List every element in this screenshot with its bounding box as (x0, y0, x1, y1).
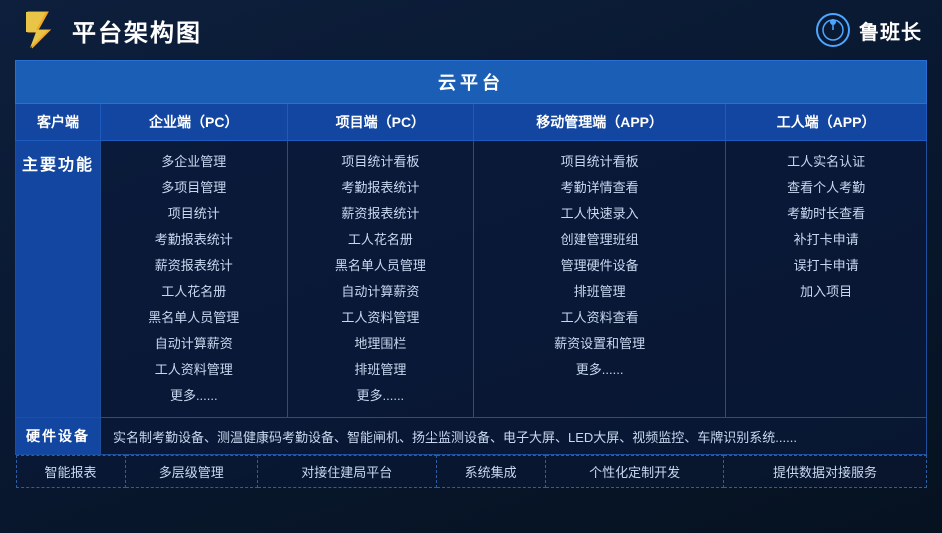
worker-feature-item: 工人实名认证 (731, 149, 921, 175)
bottom-features-row: 智能报表多层级管理对接住建局平台系统集成个性化定制开发提供数据对接服务 (16, 455, 927, 489)
mobile-feature-item: 薪资设置和管理 (479, 331, 720, 357)
mobile-feature-item: 管理硬件设备 (479, 253, 720, 279)
col-enterprise: 企业端（PC） (101, 104, 288, 141)
worker-feature-item: 考勤时长查看 (731, 201, 921, 227)
cloud-platform-row: 云平台 (16, 61, 927, 104)
project-features: 项目统计看板考勤报表统计薪资报表统计工人花名册黑名单人员管理自动计算薪资工人资料… (287, 141, 474, 418)
bottom-feature-cell: 智能报表 (16, 456, 125, 488)
header: 平台架构图 鲁班长 (15, 10, 927, 50)
project-feature-item: 黑名单人员管理 (293, 253, 469, 279)
col-mobile-mgmt: 移动管理端（APP） (474, 104, 726, 141)
header-left: 平台架构图 (20, 10, 202, 50)
enterprise-feature-item: 工人资料管理 (106, 357, 282, 383)
hardware-content: 实名制考勤设备、测温健康码考勤设备、智能闸机、扬尘监测设备、电子大屏、LED大屏… (101, 418, 927, 455)
bottom-feature-cell: 个性化定制开发 (545, 456, 724, 488)
mobile-feature-item: 考勤详情查看 (479, 175, 720, 201)
bottom-feature-cell: 系统集成 (436, 456, 545, 488)
bottom-feature-cell: 提供数据对接服务 (724, 456, 926, 488)
enterprise-feature-item: 更多...... (106, 383, 282, 409)
page-title: 平台架构图 (72, 13, 202, 48)
project-feature-item: 考勤报表统计 (293, 175, 469, 201)
project-feature-item: 更多...... (293, 383, 469, 409)
project-feature-item: 自动计算薪资 (293, 279, 469, 305)
project-feature-item: 薪资报表统计 (293, 201, 469, 227)
logo-icon (20, 10, 60, 50)
mobile-feature-item: 更多...... (479, 357, 720, 383)
worker-feature-item: 查看个人考勤 (731, 175, 921, 201)
enterprise-feature-item: 薪资报表统计 (106, 253, 282, 279)
hardware-row: 硬件设备 实名制考勤设备、测温健康码考勤设备、智能闸机、扬尘监测设备、电子大屏、… (16, 418, 927, 455)
col-project: 项目端（PC） (287, 104, 474, 141)
mobile-feature-item: 项目统计看板 (479, 149, 720, 175)
enterprise-feature-item: 工人花名册 (106, 279, 282, 305)
mobile-feature-item: 创建管理班组 (479, 227, 720, 253)
enterprise-feature-item: 多项目管理 (106, 175, 282, 201)
enterprise-feature-item: 多企业管理 (106, 149, 282, 175)
enterprise-feature-item: 项目统计 (106, 201, 282, 227)
mobile-mgmt-features: 项目统计看板考勤详情查看工人快速录入创建管理班组管理硬件设备排班管理工人资料查看… (474, 141, 726, 418)
mobile-feature-item: 工人快速录入 (479, 201, 720, 227)
brand-name: 鲁班长 (859, 16, 922, 45)
main-container: 平台架构图 鲁班长 云平台 客户端 企业端（PC） 项目端（PC） 移动管理端（… (0, 0, 942, 533)
mobile-feature-item: 排班管理 (479, 279, 720, 305)
col-client: 客户端 (16, 104, 101, 141)
mobile-feature-item: 工人资料查看 (479, 305, 720, 331)
cloud-platform-label: 云平台 (16, 61, 927, 104)
brand-logo: 鲁班长 (815, 12, 922, 48)
enterprise-feature-item: 黑名单人员管理 (106, 305, 282, 331)
hardware-label: 硬件设备 (16, 418, 101, 455)
bottom-features-cells: 智能报表多层级管理对接住建局平台系统集成个性化定制开发提供数据对接服务 (16, 456, 926, 488)
bottom-features-container: 智能报表多层级管理对接住建局平台系统集成个性化定制开发提供数据对接服务 (16, 455, 927, 489)
enterprise-features: 多企业管理多项目管理项目统计考勤报表统计薪资报表统计工人花名册黑名单人员管理自动… (101, 141, 288, 418)
arch-table: 云平台 客户端 企业端（PC） 项目端（PC） 移动管理端（APP） 工人端（A… (15, 60, 927, 488)
project-feature-item: 工人花名册 (293, 227, 469, 253)
worker-feature-item: 加入项目 (731, 279, 921, 305)
bottom-features-table: 智能报表多层级管理对接住建局平台系统集成个性化定制开发提供数据对接服务 (16, 455, 927, 488)
brand-icon (815, 12, 851, 48)
main-function-label: 主要功能 (16, 141, 101, 418)
enterprise-feature-item: 考勤报表统计 (106, 227, 282, 253)
bottom-feature-cell: 对接住建局平台 (257, 456, 436, 488)
bottom-feature-cell: 多层级管理 (125, 456, 257, 488)
project-feature-item: 项目统计看板 (293, 149, 469, 175)
enterprise-feature-item: 自动计算薪资 (106, 331, 282, 357)
project-feature-item: 工人资料管理 (293, 305, 469, 331)
worker-feature-item: 补打卡申请 (731, 227, 921, 253)
main-function-row: 主要功能 多企业管理多项目管理项目统计考勤报表统计薪资报表统计工人花名册黑名单人… (16, 141, 927, 418)
worker-feature-item: 误打卡申请 (731, 253, 921, 279)
worker-features: 工人实名认证查看个人考勤考勤时长查看补打卡申请误打卡申请加入项目 (726, 141, 927, 418)
project-feature-item: 排班管理 (293, 357, 469, 383)
column-headers-row: 客户端 企业端（PC） 项目端（PC） 移动管理端（APP） 工人端（APP） (16, 104, 927, 141)
project-feature-item: 地理围栏 (293, 331, 469, 357)
col-worker: 工人端（APP） (726, 104, 927, 141)
